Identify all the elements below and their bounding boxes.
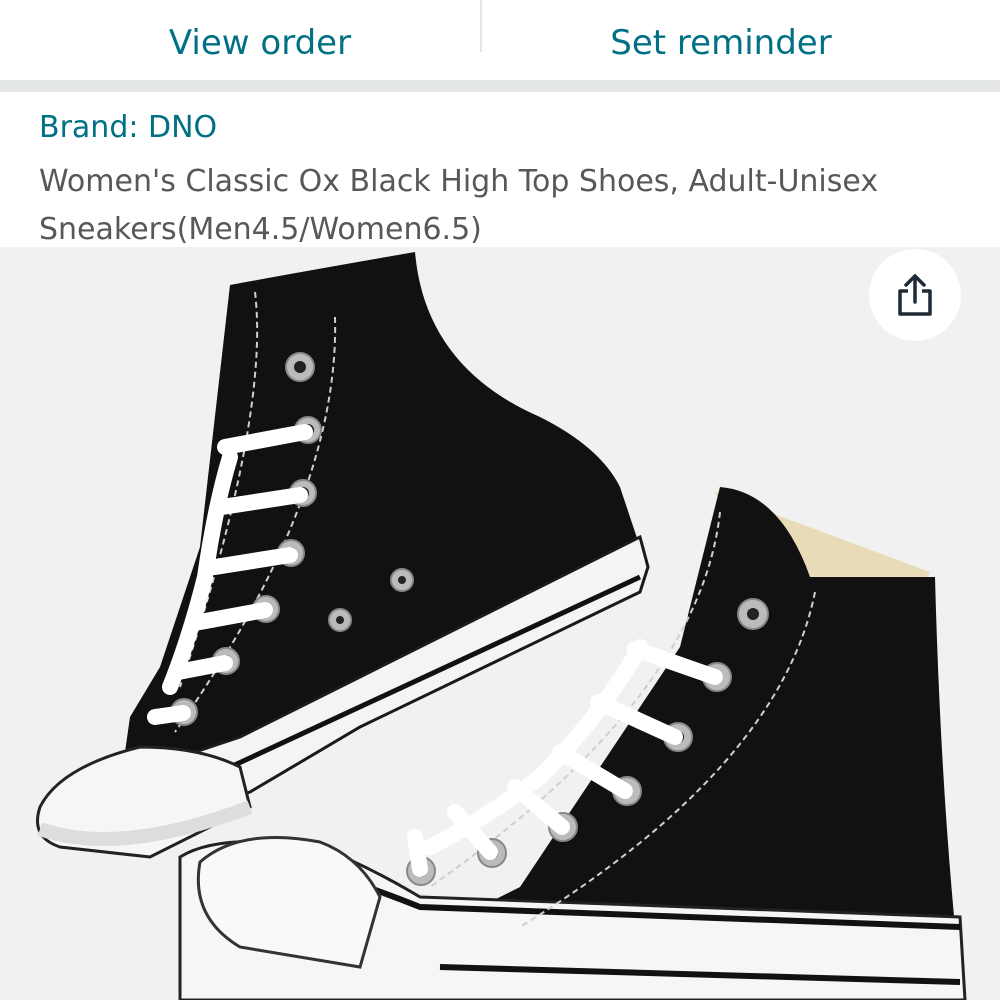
section-separator [0, 80, 1000, 92]
set-reminder-button[interactable]: Set reminder [486, 0, 956, 60]
share-icon [898, 274, 932, 316]
product-title: Women's Classic Ox Black High Top Shoes,… [39, 164, 879, 247]
actions-divider [480, 0, 482, 52]
product-header: Brand: DNO Women's Classic Ox Black High… [0, 92, 1000, 247]
sneakers-illustration [36, 252, 967, 1000]
set-reminder-label: Set reminder [610, 23, 832, 63]
share-button[interactable] [869, 249, 961, 341]
product-image[interactable] [0, 247, 1000, 1000]
brand-link[interactable]: Brand: DNO [39, 110, 217, 146]
view-order-button[interactable]: View order [25, 0, 495, 60]
view-order-label: View order [168, 23, 352, 63]
order-actions-bar: View order Set reminder [0, 0, 1000, 80]
